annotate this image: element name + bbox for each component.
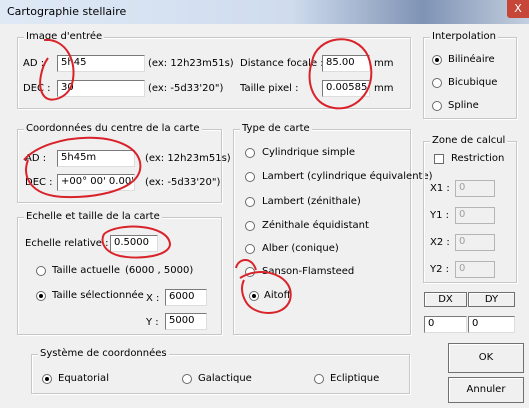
pixel-size-label: Taille pixel : [240, 83, 299, 94]
input-ad-field[interactable]: 5h45 [57, 55, 145, 72]
input-dec-field[interactable]: 30 [57, 80, 145, 97]
map-sanson-radio[interactable] [245, 267, 255, 277]
focal-length-label: Distance focale : [240, 58, 324, 69]
input-ad-hint: (ex: 12h23m51s) [148, 58, 234, 69]
restriction-checkbox[interactable] [434, 154, 444, 164]
equatorial-label: Equatorial [58, 373, 109, 384]
interpolation-legend: Interpolation [430, 31, 498, 42]
selected-size-label: Taille sélectionnée [52, 290, 144, 301]
center-dec-hint: (ex: -5d33'20") [145, 177, 221, 188]
current-size-value: (6000 , 5000) [125, 265, 194, 276]
scale-legend: Echelle et taille de la carte [24, 211, 162, 222]
coord-system-legend: Système de coordonnées [38, 348, 169, 359]
selected-size-radio[interactable] [36, 291, 46, 301]
y2-label: Y2 : [430, 264, 450, 275]
interp-bicubic-label: Bicubique [448, 77, 498, 88]
map-lambert-zen-radio[interactable] [245, 197, 255, 207]
map-cylindrical-radio[interactable] [245, 148, 255, 158]
y1-field[interactable]: 0 [455, 207, 495, 224]
map-lambert-zen-label: Lambert (zénithale) [262, 196, 361, 207]
interp-spline-radio[interactable] [432, 101, 442, 111]
focal-length-unit: mm [374, 58, 394, 69]
ok-button[interactable]: OK [448, 343, 524, 373]
map-type-legend: Type de carte [240, 123, 312, 134]
interp-bicubic-radio[interactable] [432, 78, 442, 88]
close-button[interactable]: X [507, 0, 529, 18]
map-zenithal-radio[interactable] [245, 221, 255, 231]
center-dec-field[interactable]: +00° 00' 0.00" [57, 174, 135, 191]
map-cylindrical-label: Cylindrique simple [262, 147, 356, 158]
input-image-group: Image d'entrée [17, 31, 411, 109]
galactic-label: Galactique [198, 373, 252, 384]
dx-header: DX [424, 292, 467, 307]
cancel-button[interactable]: Annuler [448, 377, 524, 403]
map-sanson-label: Sanson-Flamsteed [262, 266, 355, 277]
center-ad-hint: (ex: 12h23m51s) [145, 153, 231, 164]
equatorial-radio[interactable] [42, 374, 52, 384]
input-ad-label: AD : [23, 58, 45, 69]
y1-label: Y1 : [430, 210, 450, 221]
center-ad-label: AD : [25, 153, 47, 164]
x2-field[interactable]: 0 [455, 234, 495, 251]
dy-field[interactable]: 0 [468, 316, 515, 333]
center-ad-field[interactable]: 5h45m [57, 150, 135, 167]
map-zenithal-label: Zénithale équidistant [262, 220, 369, 231]
input-dec-label: DEC : [23, 83, 51, 94]
input-image-legend: Image d'entrée [24, 31, 105, 42]
map-type-group: Type de carte [233, 123, 411, 335]
current-size-radio[interactable] [36, 266, 46, 276]
size-y-field[interactable]: 5000 [165, 313, 207, 330]
interp-spline-label: Spline [448, 100, 479, 111]
ecliptic-radio[interactable] [314, 374, 324, 384]
current-size-label: Taille actuelle [52, 265, 120, 276]
map-alber-label: Alber (conique) [262, 243, 339, 254]
map-aitoff-radio[interactable] [249, 291, 259, 301]
pixel-size-field[interactable]: 0.00585 [322, 80, 370, 97]
ecliptic-label: Ecliptique [330, 373, 380, 384]
x1-label: X1 : [430, 183, 450, 194]
interp-bilinear-label: Bilinéaire [448, 54, 495, 65]
x1-field[interactable]: 0 [455, 180, 495, 197]
restriction-label: Restriction [451, 153, 505, 164]
focal-length-field[interactable]: 85.00 [322, 55, 370, 72]
x2-label: X2 : [430, 237, 450, 248]
center-coords-legend: Coordonnées du centre de la carte [24, 123, 202, 134]
map-aitoff-label: Aitoff [264, 290, 291, 301]
center-dec-label: DEC : [25, 177, 53, 188]
dy-header: DY [468, 292, 515, 307]
dialog-window: Cartographie stellaire X Image d'entrée … [0, 0, 529, 408]
interp-bilinear-radio[interactable] [432, 55, 442, 65]
calc-zone-legend: Zone de calcul [430, 135, 508, 146]
scale-relative-field[interactable]: 0.5000 [110, 235, 158, 252]
title-bar: Cartographie stellaire X [0, 0, 529, 24]
dx-field[interactable]: 0 [424, 316, 467, 333]
map-lambert-cyl-label: Lambert (cylindrique équivalente) [262, 171, 433, 182]
size-x-label: X : [146, 293, 160, 304]
input-dec-hint: (ex: -5d33'20") [148, 83, 224, 94]
window-title: Cartographie stellaire [7, 5, 127, 18]
pixel-size-unit: mm [374, 83, 394, 94]
size-x-field[interactable]: 6000 [165, 289, 207, 306]
galactic-radio[interactable] [182, 374, 192, 384]
map-lambert-cyl-radio[interactable] [245, 172, 255, 182]
y2-field[interactable]: 0 [455, 261, 495, 278]
map-alber-radio[interactable] [245, 244, 255, 254]
scale-relative-label: Echelle relative : [25, 238, 109, 249]
size-y-label: Y : [146, 317, 159, 328]
